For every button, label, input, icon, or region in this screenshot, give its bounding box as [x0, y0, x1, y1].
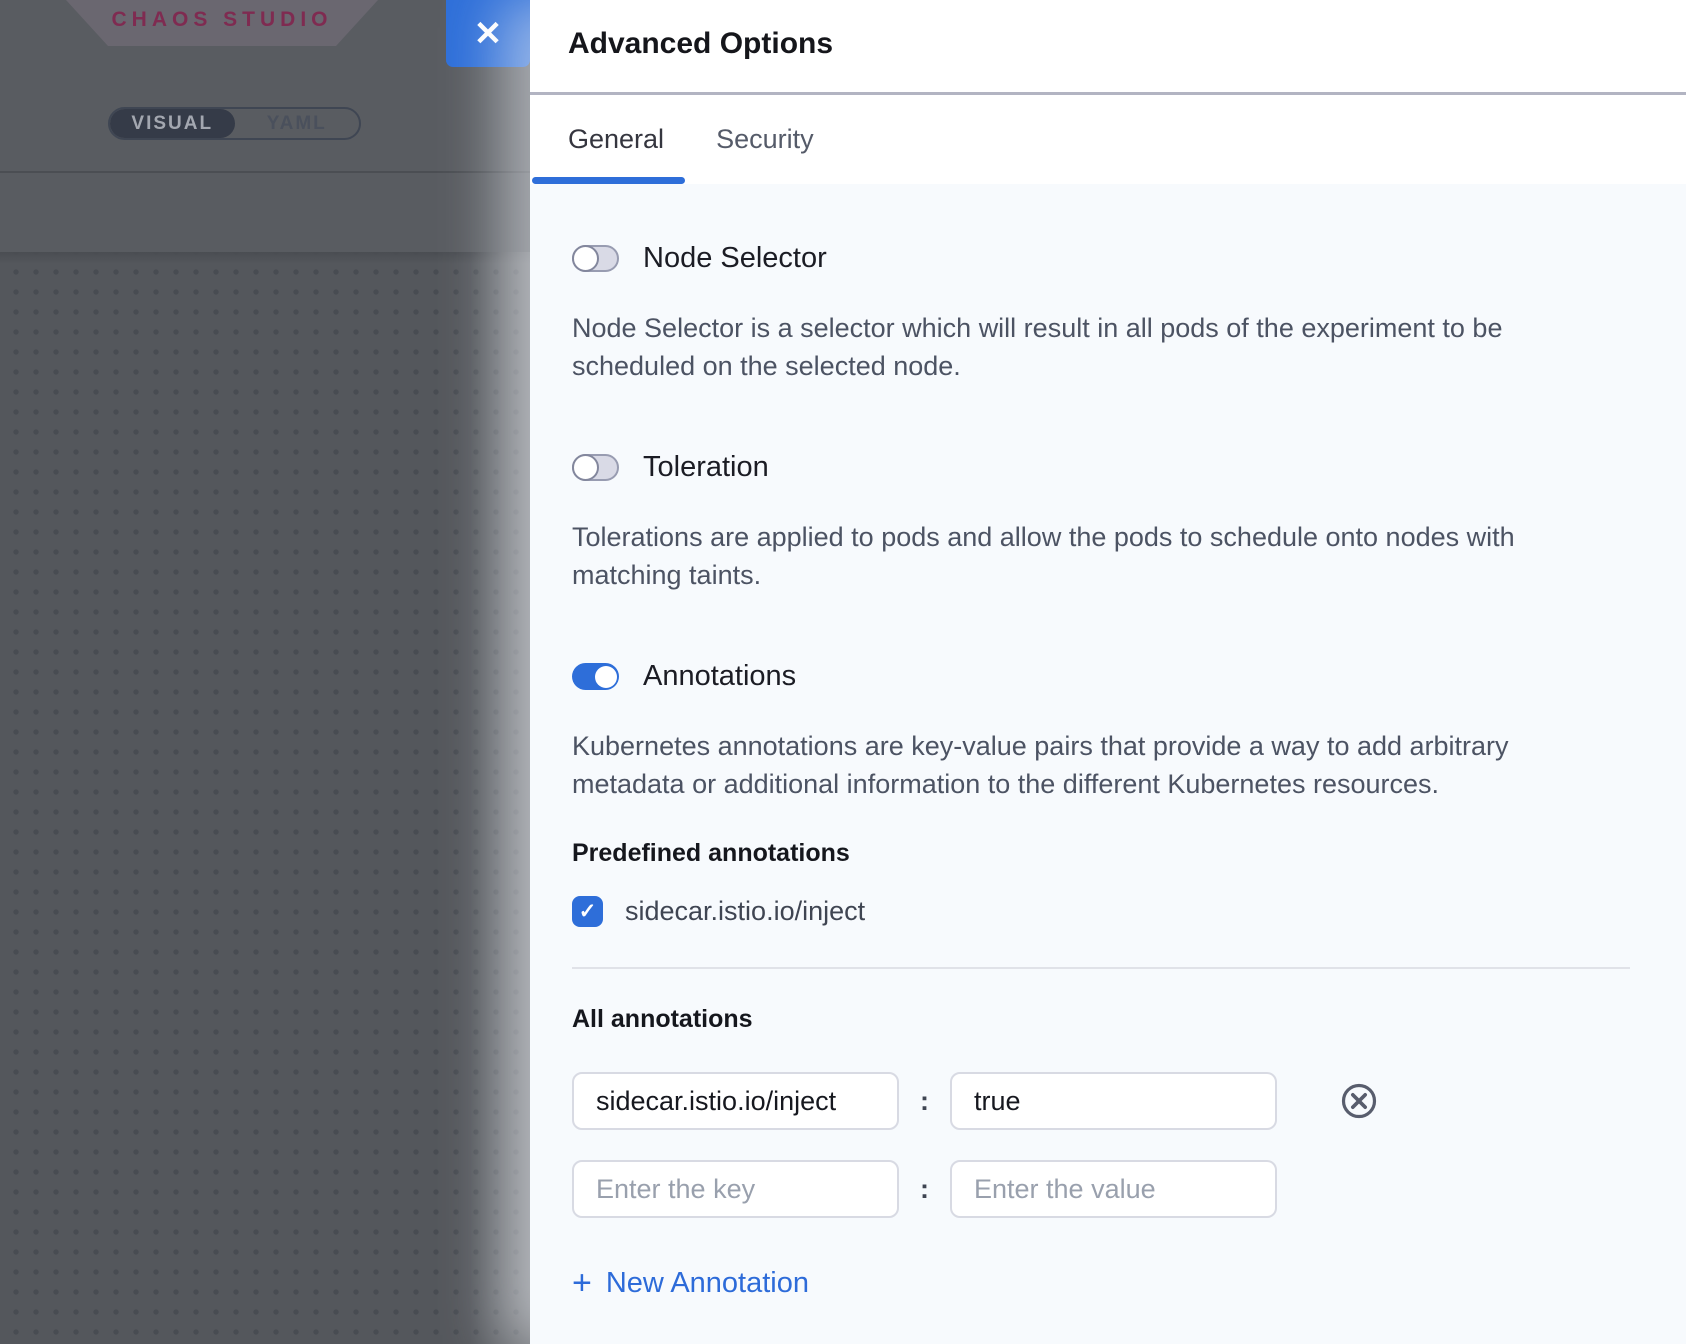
active-tab-indicator [532, 177, 685, 184]
toggle-knob [572, 454, 599, 481]
annotations-label: Annotations [643, 660, 796, 693]
annotation-key-input[interactable] [572, 1160, 899, 1218]
yaml-mode-tab[interactable]: YAML [235, 109, 360, 138]
annotation-value-input[interactable] [950, 1072, 1277, 1130]
visual-yaml-switch[interactable]: VISUAL YAML [108, 107, 361, 140]
annotation-row: : [572, 1072, 1630, 1130]
new-annotation-button[interactable]: + New Annotation [572, 1266, 809, 1300]
toolbar-divider [0, 171, 530, 173]
section-divider [572, 967, 1630, 969]
toleration-row: Toleration [572, 451, 1630, 484]
tab-general[interactable]: General [568, 124, 664, 155]
new-annotation-label: New Annotation [606, 1267, 809, 1300]
node-selector-toggle[interactable] [572, 245, 619, 272]
annotation-value-input[interactable] [950, 1160, 1277, 1218]
key-value-separator: : [920, 1174, 929, 1205]
close-icon: ✕ [474, 17, 503, 51]
tab-security[interactable]: Security [716, 124, 814, 155]
annotations-description: Kubernetes annotations are key-value pai… [572, 727, 1620, 803]
drawer-close-button[interactable]: ✕ [446, 0, 530, 67]
all-annotations-heading: All annotations [572, 1005, 1630, 1034]
annotations-row: Annotations [572, 660, 1630, 693]
general-tab-panel: Node Selector Node Selector is a selecto… [530, 184, 1686, 1344]
node-selector-description: Node Selector is a selector which will r… [572, 309, 1620, 385]
toggle-knob [595, 666, 617, 688]
key-value-separator: : [920, 1086, 929, 1117]
predefined-annotation-item: ✓ sidecar.istio.io/inject [572, 896, 1630, 927]
chaos-studio-banner: CHAOS STUDIO [66, 0, 378, 46]
sidecar-inject-checkbox-label: sidecar.istio.io/inject [625, 896, 865, 927]
circle-x-icon [1339, 1081, 1379, 1121]
checkmark-icon: ✓ [579, 901, 597, 922]
toleration-toggle[interactable] [572, 454, 619, 481]
annotation-key-input[interactable] [572, 1072, 899, 1130]
remove-annotation-button[interactable] [1339, 1081, 1379, 1121]
toleration-label: Toleration [643, 451, 769, 484]
annotation-row: : [572, 1160, 1630, 1218]
sidecar-inject-checkbox[interactable]: ✓ [572, 896, 603, 927]
node-selector-label: Node Selector [643, 242, 827, 275]
toggle-knob [572, 245, 599, 272]
predefined-annotations-heading: Predefined annotations [572, 839, 1630, 868]
advanced-options-drawer: Advanced Options General Security Node S… [530, 0, 1686, 1344]
row-spacer [1339, 1169, 1379, 1209]
plus-icon: + [572, 1266, 592, 1300]
chaos-studio-title: CHAOS STUDIO [111, 8, 332, 38]
node-selector-row: Node Selector [572, 242, 1630, 275]
drawer-header: Advanced Options [530, 0, 1686, 95]
visual-mode-tab[interactable]: VISUAL [110, 109, 235, 138]
toleration-description: Tolerations are applied to pods and allo… [572, 518, 1620, 594]
pipeline-dotted-canvas [0, 252, 530, 1344]
drawer-title: Advanced Options [568, 27, 1686, 61]
dimmed-app-background: CHAOS STUDIO VISUAL YAML [0, 0, 530, 1344]
annotations-toggle[interactable] [572, 663, 619, 690]
drawer-tabs: General Security [530, 95, 1686, 184]
